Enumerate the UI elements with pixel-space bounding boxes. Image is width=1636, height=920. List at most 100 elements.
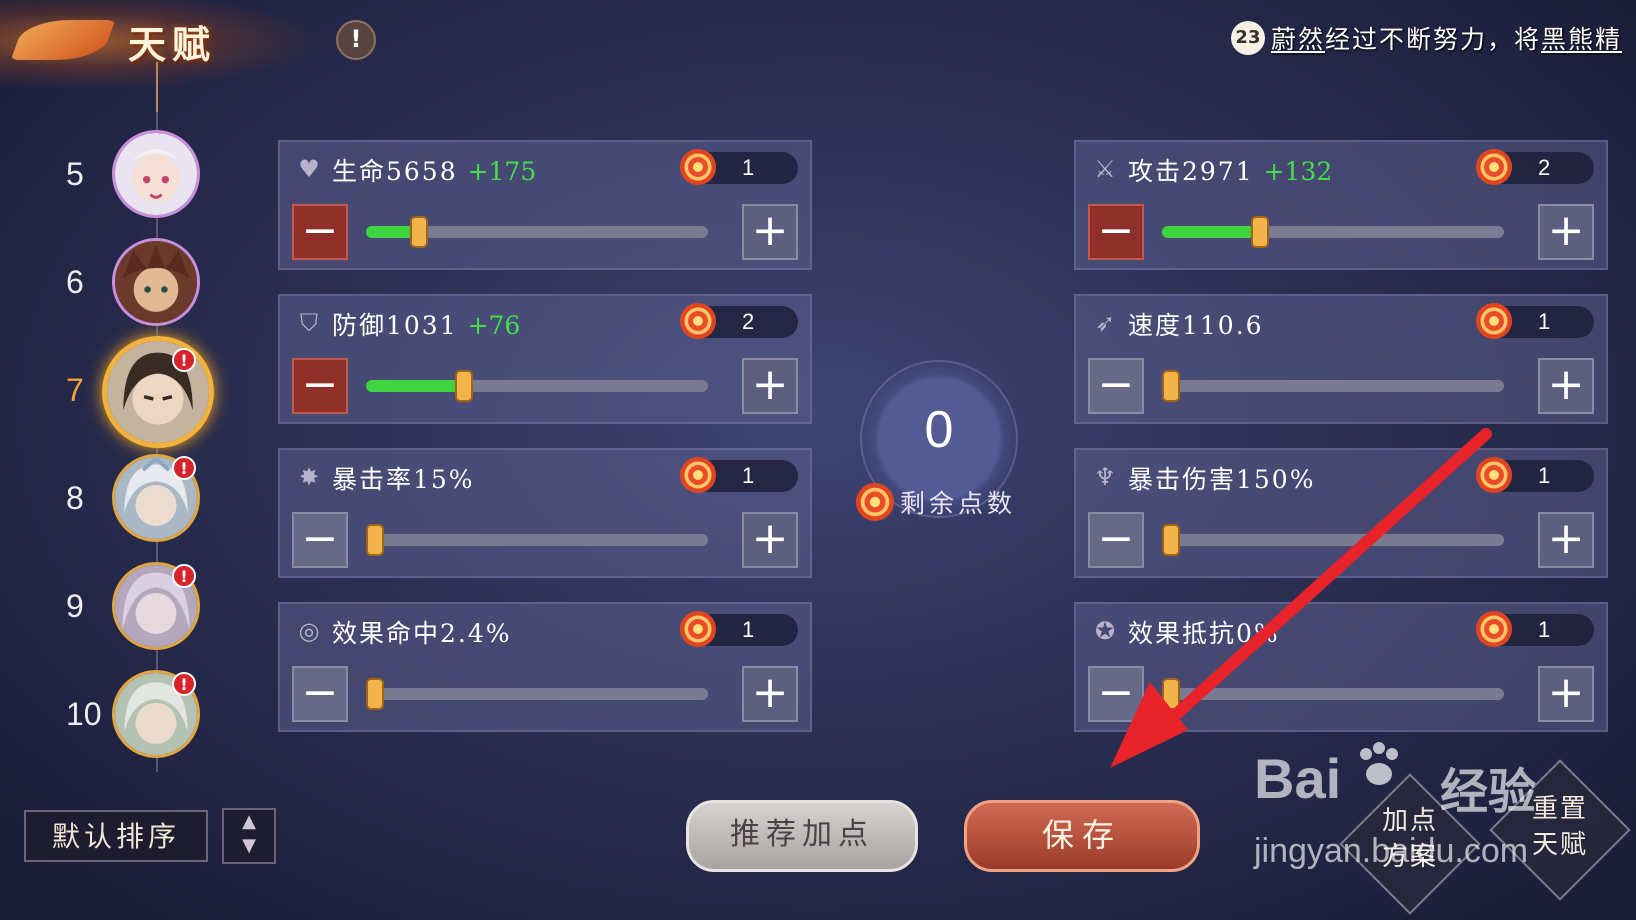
slider-handle[interactable] [1162,370,1180,402]
avatar[interactable] [112,238,200,326]
stat-bonus: +76 [467,311,521,340]
increase-button[interactable]: + [1538,358,1594,414]
roster-level: 9 [66,588,84,624]
save-button[interactable]: 保存 [964,800,1200,872]
stat-card-acc: ◎ 效果命中2.4% 1 − + [278,602,812,732]
point-plan-button[interactable]: 加点 方案 [1339,773,1481,915]
news-ticker: 23 蔚然经过不断努力，将黑熊精 [1230,18,1622,58]
stat-card-spd: ➶ 速度110.6 1 − + [1074,294,1608,424]
increase-button[interactable]: + [742,512,798,568]
decrease-button[interactable]: − [292,512,348,568]
cost-pill: 2 [680,303,798,339]
slider-handle[interactable] [366,524,384,556]
avatar[interactable] [112,130,200,218]
roster-level: 10 [66,696,102,732]
talent-point-icon [680,611,716,647]
stat-bonus: +175 [467,157,537,186]
slider-handle[interactable] [455,370,473,402]
roster-level: 7 [66,372,84,408]
stat-slider[interactable] [366,524,708,556]
recommend-points-button[interactable]: 推荐加点 [686,800,918,872]
stat-card-hp: ♥ 生命5658 +175 1 − + [278,140,812,270]
news-item-link[interactable]: 黑熊精 [1541,25,1622,54]
info-icon[interactable]: ! [336,20,376,60]
decrease-button[interactable]: − [292,358,348,414]
talent-point-icon [1476,303,1512,339]
decrease-button[interactable]: − [1088,204,1144,260]
talent-point-icon [680,457,716,493]
stat-card-atk: ⚔ 攻击2971 +132 2 − + [1074,140,1608,270]
stat-card-def: ⛉ 防御1031 +76 2 − + [278,294,812,424]
cost-pill: 2 [1476,149,1594,185]
cost-pill: 1 [680,457,798,493]
alert-badge: ! [172,456,196,480]
remaining-points-value: 0 [924,401,954,459]
increase-button[interactable]: + [1538,204,1594,260]
talent-point-icon [1476,149,1512,185]
reset-talent-button[interactable]: 重置 天赋 [1489,759,1631,901]
sword-icon: ⚔ [1094,155,1116,183]
shield-icon: ⛉ [300,309,318,337]
up-down-arrows-icon: ▲ ▼ [242,811,256,856]
stat-slider[interactable] [366,370,708,402]
roster-item-9[interactable]: 9 ! [50,560,240,660]
stat-slider[interactable] [366,216,708,248]
roster-level: 5 [66,156,84,192]
alert-badge: ! [172,564,196,588]
alert-badge: ! [172,672,196,696]
stat-label: 速度110.6 [1128,311,1264,340]
cost-pill: 1 [680,149,798,185]
news-middle: 经过不断努力，将 [1324,25,1541,54]
decrease-button[interactable]: − [292,204,348,260]
stat-label: 效果命中2.4% [332,619,512,648]
boot-icon: ➶ [1094,309,1116,337]
hero-portrait-icon [115,133,197,215]
heart-icon: ♥ [298,155,320,183]
increase-button[interactable]: + [742,358,798,414]
slider-fill [1162,226,1257,238]
slider-handle[interactable] [366,678,384,710]
stat-bonus: +132 [1263,157,1333,186]
arrow-shaft [1144,428,1492,744]
stat-slider[interactable] [1162,370,1504,402]
hero-portrait-icon [115,241,197,323]
roster-item-7[interactable]: 7 ! [50,336,240,448]
arrow-head [1110,682,1188,768]
avatar-selected[interactable] [102,336,214,448]
stat-card-crit: ✸ 暴击率15% 1 − + [278,448,812,578]
increase-button[interactable]: + [742,666,798,722]
decrease-button[interactable]: − [292,666,348,722]
point-plan-label-2: 方案 [1381,842,1438,872]
increase-button[interactable]: + [742,204,798,260]
roster-item-10[interactable]: 10 ! [50,668,240,768]
point-plan-label-1: 加点 [1381,806,1438,836]
crit-icon: ✸ [298,463,320,491]
sort-toggle-button[interactable]: ▲ ▼ [222,808,276,864]
slider-handle[interactable] [410,216,428,248]
roster-item-6[interactable]: 6 [50,236,240,336]
news-count-badge: 23 [1230,21,1265,55]
talent-point-icon [680,149,716,185]
increase-button[interactable]: + [1538,666,1594,722]
stat-slider[interactable] [1162,216,1504,248]
sort-dropdown[interactable]: 默认排序 [24,810,208,862]
increase-button[interactable]: + [1538,512,1594,568]
title-area: 天赋 ! [0,0,376,112]
stat-label: 生命5658 +175 [332,157,537,186]
decrease-button[interactable]: − [1088,358,1144,414]
stat-label: 攻击2971 +132 [1128,157,1333,186]
red-arrow-annotation [1110,428,1492,768]
slider-handle[interactable] [1251,216,1269,248]
cost-pill: 1 [680,611,798,647]
cost-pill: 1 [1476,303,1594,339]
stat-label: 暴击率15% [332,465,475,494]
slider-fill [366,226,416,238]
stat-slider[interactable] [366,678,708,710]
roster-item-8[interactable]: 8 ! [50,452,240,552]
target-icon: ◎ [298,617,320,645]
remaining-points-label: 剩余点数 [900,489,1017,518]
roster-item-5[interactable]: 5 [50,128,240,228]
news-player-link[interactable]: 蔚然 [1271,25,1325,54]
talent-point-icon [856,483,894,521]
reset-label-1: 重置 [1531,794,1588,824]
